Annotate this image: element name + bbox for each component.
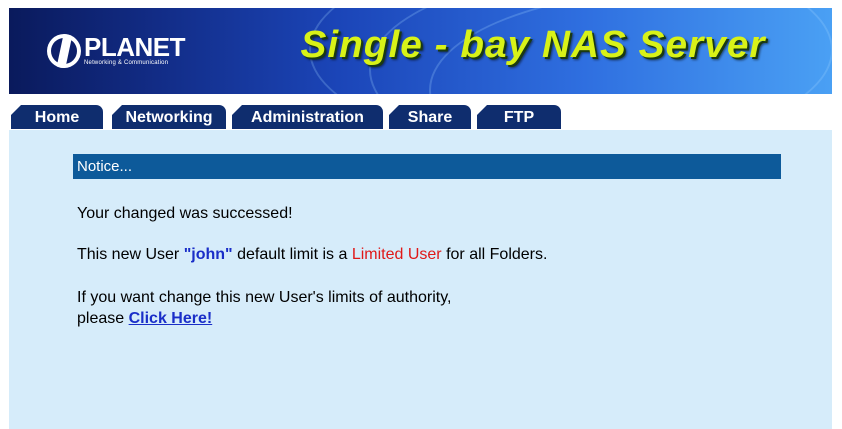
tab-administration[interactable]: Administration	[232, 105, 383, 129]
authority-message: If you want change this new User's limit…	[77, 289, 452, 306]
product-title: Single - bay NAS Server	[300, 24, 766, 66]
notice-header: Notice...	[73, 154, 781, 179]
logo-text: PLANET Networking & Communication	[84, 32, 186, 67]
logo-name: PLANET	[84, 32, 186, 62]
username: "john"	[183, 246, 233, 263]
user-limit-message: This new User "john" default limit is a …	[77, 246, 547, 264]
tab-ftp[interactable]: FTP	[477, 105, 561, 129]
tab-share[interactable]: Share	[389, 105, 471, 129]
tab-home[interactable]: Home	[11, 105, 103, 129]
message-text: default limit is a	[237, 246, 348, 263]
nav-tabs: Home Networking Administration Share FTP	[9, 105, 832, 131]
header-banner: PLANET Networking & Communication Single…	[9, 8, 832, 94]
message-text: please	[77, 310, 125, 327]
user-role: Limited User	[351, 246, 442, 263]
main-content: Notice... Your changed was successed! Th…	[9, 130, 832, 429]
tab-networking[interactable]: Networking	[112, 105, 226, 129]
planet-logo: PLANET Networking & Communication	[47, 32, 186, 68]
message-text: for all Folders.	[446, 246, 548, 263]
message-text: This new User	[77, 246, 180, 263]
success-message: Your changed was successed!	[77, 205, 293, 222]
click-here-link[interactable]: Click Here!	[129, 310, 213, 327]
click-here-line: please Click Here!	[77, 310, 212, 328]
planet-logo-icon	[47, 34, 81, 68]
